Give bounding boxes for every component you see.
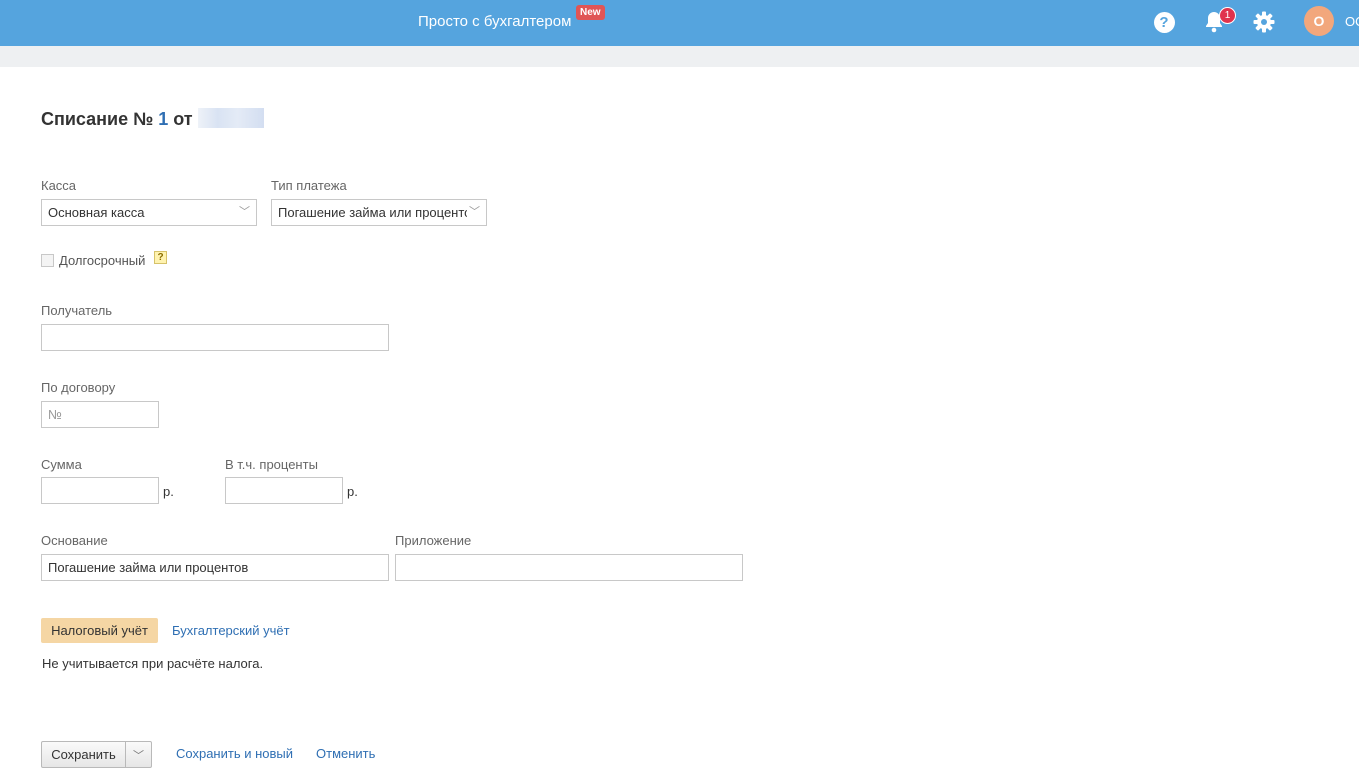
chevron-down-icon: ﹀ [467,200,480,225]
kassa-select[interactable]: Основная касса ﹀ [41,199,257,226]
new-badge: New [576,5,605,20]
save-dropdown-chevron-icon[interactable]: ﹀ [126,742,151,767]
interest-unit: р. [347,484,358,499]
document-number[interactable]: 1 [158,109,168,129]
contract-number-input[interactable]: № [41,401,159,428]
tab-bookkeeping[interactable]: Бухгалтерский учёт [172,623,290,638]
help-icon[interactable]: ? [1152,10,1176,34]
page-title: Списание № 1 от [41,108,264,130]
tax-note: Не учитывается при расчёте налога. [42,656,264,671]
cancel-link[interactable]: Отменить [316,746,375,761]
attachment-label: Приложение [395,533,472,548]
top-bar: Просто с бухгалтером New ? 1 О О [0,0,1359,46]
long-term-label[interactable]: Долгосрочный [59,253,145,268]
long-term-checkbox[interactable] [41,254,54,267]
sum-label: Сумма [41,457,82,472]
tab-tax-accounting[interactable]: Налоговый учёт [41,618,158,643]
sub-header-bar [0,46,1359,67]
save-button-group: Сохранить ﹀ [41,741,152,768]
recipient-input[interactable] [41,324,389,351]
kassa-value: Основная касса [48,205,145,220]
contract-label: По договору [41,380,116,395]
notification-count-badge: 1 [1219,7,1236,24]
chevron-down-icon: ﹀ [239,206,250,218]
title-from: от [173,109,193,129]
sum-unit: р. [163,484,174,499]
avatar[interactable]: О [1304,6,1334,36]
basis-label: Основание [41,533,108,548]
save-button[interactable]: Сохранить [42,742,126,767]
title-prefix: Списание № [41,109,154,129]
long-term-help-icon[interactable]: ? [154,251,167,264]
sum-input[interactable] [41,477,159,504]
help-icon-symbol: ? [1153,11,1175,33]
interest-input[interactable] [225,477,343,504]
recipient-label: Получатель [41,303,113,318]
save-and-new-link[interactable]: Сохранить и новый [176,746,293,761]
payment-type-value: Погашение займа или процентов [278,205,479,220]
basis-input[interactable]: Погашение займа или процентов [41,554,389,581]
kassa-label: Касса [41,178,77,193]
interest-label: В т.ч. проценты [225,457,318,472]
gear-icon[interactable] [1252,10,1276,34]
payment-type-select[interactable]: Погашение займа или процентов ﹀ [271,199,487,226]
attachment-input[interactable] [395,554,743,581]
payment-type-label: Тип платежа [271,178,347,193]
user-name[interactable]: ОО [1345,14,1359,29]
document-date[interactable] [197,108,264,128]
brand-title[interactable]: Просто с бухгалтером [418,13,571,30]
